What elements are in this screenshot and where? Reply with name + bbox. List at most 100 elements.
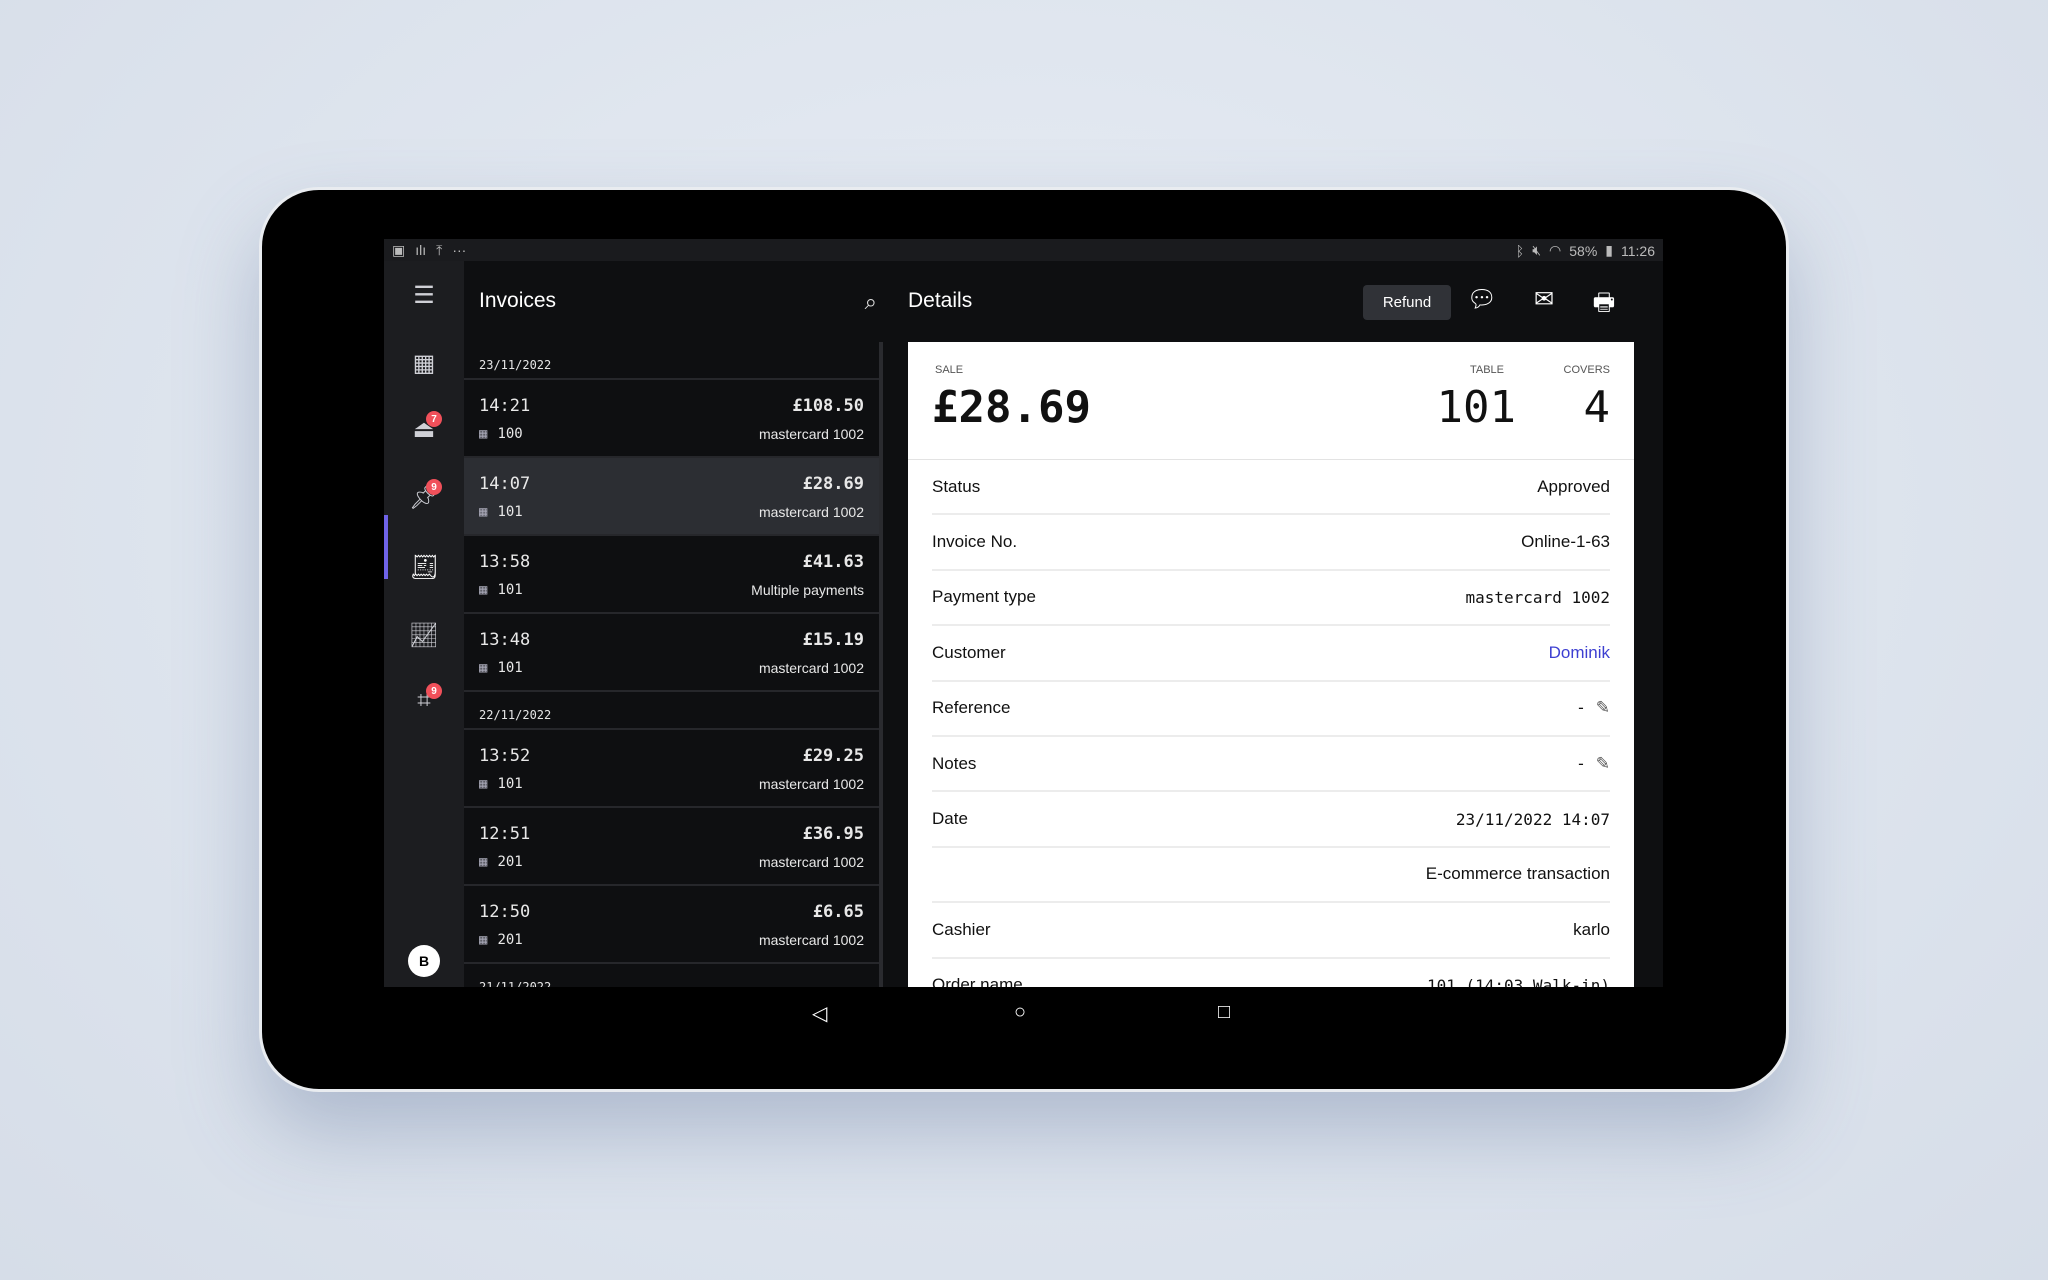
details-title: Details (908, 289, 973, 312)
menu-icon[interactable]: ☰ (404, 275, 444, 315)
pin-icon[interactable]: 📌︎ 9 (404, 477, 444, 517)
home-icon[interactable]: ○ (1014, 1001, 1026, 1024)
invoice-list-panel: Invoices ⌕ 23/11/2022 14:21 £108.50 ▦ 100… (464, 261, 883, 987)
equalizer-icon: ılı (415, 242, 427, 258)
detail-value: karlo (1573, 919, 1610, 939)
detail-label: Notes (932, 753, 977, 773)
invoice-row[interactable]: 12:50 £6.65 ▦ 201 mastercard 1002 (464, 886, 879, 964)
date-header: 22/11/2022 (464, 692, 879, 730)
invoice-icon[interactable]: 🧾︎ (404, 547, 444, 587)
wifi-icon: ◠ (1549, 242, 1562, 258)
sale-label: SALE (935, 364, 964, 376)
invoice-table: 101 (497, 660, 523, 676)
detail-label: Payment type (932, 587, 1036, 607)
invoice-time: 12:51 (479, 824, 531, 844)
invoice-row[interactable]: 13:58 £41.63 ▦ 101 Multiple payments (464, 536, 879, 614)
detail-value: E-commerce transaction (1425, 864, 1610, 884)
invoice-amount: £28.69 (802, 474, 864, 494)
notification-badge: 7 (426, 411, 442, 427)
invoice-row[interactable]: 14:21 £108.50 ▦ 100 mastercard 1002 (464, 380, 879, 458)
invoice-amount: £36.95 (802, 824, 864, 844)
table-icon: ▦ (479, 660, 488, 676)
notification-badge: 9 (426, 683, 442, 699)
table-icon[interactable]: ▦ (404, 343, 444, 383)
service-bell-icon[interactable]: ⏏ 7 (404, 409, 444, 449)
detail-value: 23/11/2022 14:07 (1455, 809, 1610, 829)
detail-value: - (1578, 698, 1584, 718)
upload-icon: ⤒ (436, 242, 443, 258)
battery-percent: 58% (1569, 242, 1598, 259)
table-icon: ▦ (479, 426, 488, 442)
invoice-table: 101 (497, 504, 523, 520)
image-icon: ▣ (392, 242, 406, 258)
battery-icon: ▮ (1605, 242, 1613, 258)
date-header: 21/11/2022 (464, 964, 879, 987)
detail-row: Reference - ✎ (932, 682, 1610, 737)
date-header: 23/11/2022 (464, 342, 879, 380)
chart-icon[interactable]: 📈︎ (404, 615, 444, 655)
table-value: 101 (1436, 382, 1516, 433)
invoice-table: 201 (497, 932, 523, 948)
invoice-time: 12:50 (479, 902, 531, 922)
invoice-row[interactable]: 12:51 £36.95 ▦ 201 mastercard 1002 (464, 808, 879, 886)
detail-row: Order name 101 (14:03 Walk-in) (932, 959, 1610, 987)
detail-label: Cashier (932, 919, 991, 939)
detail-value: - (1578, 753, 1584, 773)
table-icon: ▦ (479, 854, 488, 870)
invoice-amount: £41.63 (802, 552, 864, 572)
search-icon[interactable]: ⌕ (865, 289, 877, 315)
refund-button[interactable]: Refund (1363, 285, 1451, 320)
invoice-row[interactable]: 14:07 £28.69 ▦ 101 mastercard 1002 (464, 458, 879, 536)
detail-row: E-commerce transaction (932, 848, 1610, 904)
more-icon: ··· (452, 242, 467, 258)
detail-value: Approved (1537, 476, 1610, 496)
edit-pencil-icon[interactable]: ✎ (1596, 698, 1610, 718)
invoice-table: 101 (497, 582, 523, 598)
page-title: Invoices (479, 289, 557, 312)
detail-row: Customer Dominik (932, 626, 1610, 682)
detail-value[interactable]: Dominik (1549, 643, 1610, 663)
invoice-row[interactable]: 13:48 £15.19 ▦ 101 mastercard 1002 (464, 614, 879, 692)
chat-icon[interactable]: 💬︎ (1464, 285, 1500, 314)
invoice-payment: mastercard 1002 (758, 854, 864, 870)
detail-value: 101 (14:03 Walk-in) (1426, 975, 1610, 987)
invoice-payment: mastercard 1002 (758, 660, 864, 676)
details-header: Details Refund 💬︎ ✉ 🖶 (883, 261, 1663, 342)
table-icon: ▦ (479, 776, 488, 792)
detail-row: Payment type mastercard 1002 (932, 571, 1610, 627)
invoice-row[interactable]: 13:52 £29.25 ▦ 101 mastercard 1002 (464, 730, 879, 808)
status-bar: ▣ ılı ⤒ ··· ᛒ 🔇︎ ◠ 58% ▮ 11:26 (384, 239, 1663, 261)
recents-icon[interactable]: □ (1218, 1001, 1230, 1024)
invoice-time: 13:52 (479, 746, 531, 766)
invoice-table: 201 (497, 854, 523, 870)
edit-pencil-icon[interactable]: ✎ (1596, 754, 1610, 774)
invoice-amount: £29.25 (802, 746, 864, 766)
sale-amount: £28.69 (932, 382, 1091, 433)
android-nav-bar: ◁ ○ □ (384, 987, 1663, 1042)
detail-value: Online-1-63 (1521, 532, 1610, 552)
table-icon: ▦ (479, 504, 488, 520)
detail-label: Status (932, 476, 981, 496)
print-icon[interactable]: 🖶 (1586, 285, 1622, 326)
detail-label: Order name (932, 975, 1023, 987)
active-indicator (384, 515, 388, 579)
invoice-amount: £108.50 (792, 396, 864, 416)
back-icon[interactable]: ◁ (812, 1001, 827, 1026)
invoice-time: 13:58 (479, 552, 531, 572)
invoice-amount: £6.65 (812, 902, 864, 922)
invoice-time: 14:07 (479, 474, 531, 494)
detail-row: Invoice No. Online-1-63 (932, 515, 1610, 571)
detail-row: Cashier karlo (932, 903, 1610, 959)
invoice-table: 101 (497, 776, 523, 792)
invoice-payment: mastercard 1002 (758, 932, 864, 948)
detail-row: Date 23/11/2022 14:07 (932, 792, 1610, 848)
detail-row: Notes - ✎ (932, 737, 1610, 793)
qr-scan-icon[interactable]: ⌗ 9 (404, 681, 444, 721)
invoice-list[interactable]: 23/11/2022 14:21 £108.50 ▦ 100 mastercard… (464, 342, 883, 987)
details-rows: Status Approved Invoice No. Online-1-63 … (908, 460, 1634, 987)
mail-icon[interactable]: ✉ (1526, 285, 1562, 314)
invoice-payment: mastercard 1002 (758, 776, 864, 792)
table-icon: ▦ (479, 932, 488, 948)
screen: ▣ ılı ⤒ ··· ᛒ 🔇︎ ◠ 58% ▮ 11:26 ☰ ▦ ⏏ 7 📌︎ 9 🧾︎ 📈︎ … (384, 239, 1663, 987)
app-logo[interactable]: B (408, 945, 440, 977)
